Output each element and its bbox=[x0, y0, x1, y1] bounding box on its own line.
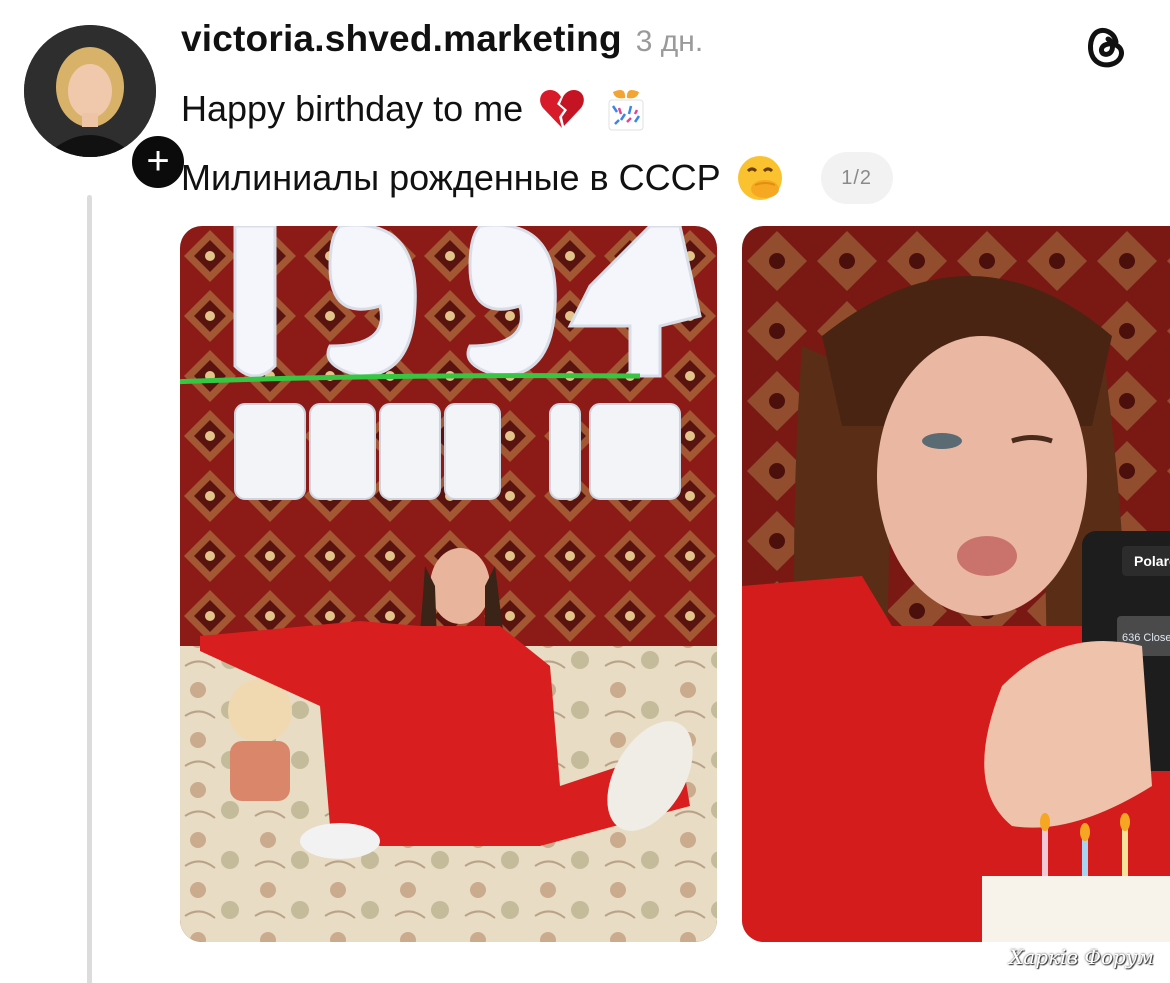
carousel-photo-1[interactable] bbox=[180, 226, 717, 942]
username-link[interactable]: victoria.shved.marketing bbox=[181, 18, 622, 60]
plus-icon: + bbox=[146, 138, 170, 183]
post-text-2: Милиниалы рожденные в СССР bbox=[181, 157, 721, 198]
camera-brand-text: Polaroid bbox=[1134, 553, 1170, 569]
avatar[interactable] bbox=[24, 25, 156, 157]
follow-button[interactable]: + bbox=[127, 131, 189, 193]
broken-heart-emoji-icon bbox=[537, 84, 587, 134]
carousel-photo-2[interactable]: Polaroid 636 Closeup bbox=[742, 226, 1170, 942]
media-carousel[interactable]: Polaroid 636 Closeup bbox=[180, 226, 1170, 942]
threads-logo-icon[interactable] bbox=[1080, 20, 1132, 72]
avatar-wrap[interactable]: + bbox=[24, 25, 189, 193]
carousel-page-indicator: 1/2 bbox=[820, 152, 893, 204]
post-timestamp[interactable]: 3 дн. bbox=[636, 25, 703, 59]
post-text-line-2: Милиниалы рожденные в СССР 1/2 bbox=[181, 152, 893, 204]
camera-model-text: 636 Closeup bbox=[1122, 632, 1170, 644]
thread-line bbox=[87, 195, 92, 983]
face-with-hand-over-mouth-emoji-icon bbox=[735, 153, 785, 203]
post-text-1: Happy birthday to me bbox=[181, 88, 524, 129]
post-text-line-1: Happy birthday to me bbox=[181, 84, 651, 134]
watermark-text: Харків Форум bbox=[1009, 945, 1154, 969]
gift-emoji-icon bbox=[601, 84, 651, 134]
post-header: victoria.shved.marketing 3 дн. bbox=[181, 18, 703, 60]
